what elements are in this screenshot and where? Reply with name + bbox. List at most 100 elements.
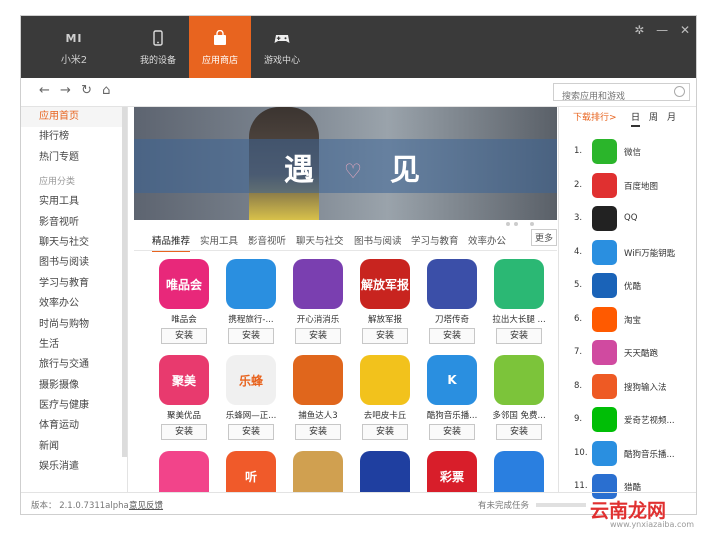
ranking-item[interactable]: 10. 酷狗音乐播... xyxy=(574,439,696,469)
task-status[interactable]: 有未完成任务 xyxy=(478,499,529,511)
ranking-item[interactable]: 5. 优酷 xyxy=(574,271,696,301)
app-icon[interactable]: 解放军报 xyxy=(360,259,410,309)
period-tab-day[interactable]: 日 xyxy=(631,107,641,127)
app-card[interactable]: 拉出大长腿 ... 安装 xyxy=(489,259,549,344)
install-button[interactable]: 安装 xyxy=(496,328,542,344)
sidebar-category[interactable]: 新闻 xyxy=(21,437,127,457)
app-icon[interactable] xyxy=(494,259,544,309)
app-icon[interactable] xyxy=(427,259,477,309)
app-icon[interactable] xyxy=(293,259,343,309)
period-tab-month[interactable]: 月 xyxy=(667,107,676,129)
app-icon[interactable] xyxy=(293,355,343,405)
tab-game-center[interactable]: 游戏中心 xyxy=(251,16,313,78)
ranking-app-icon[interactable] xyxy=(592,440,617,466)
category-tab[interactable]: 图书与阅读 xyxy=(354,233,402,247)
install-button[interactable]: 安装 xyxy=(161,328,207,344)
category-tab[interactable]: 实用工具 xyxy=(200,233,238,247)
app-card[interactable]: 乐蜂 乐蜂网—正... 安装 xyxy=(221,355,281,440)
ranking-item[interactable]: 1. 微信 xyxy=(574,137,696,167)
app-card[interactable]: 开心消消乐 安装 xyxy=(288,259,348,344)
app-icon[interactable]: 唯品会 xyxy=(159,259,209,309)
search-input[interactable] xyxy=(560,89,676,105)
app-card[interactable]: 多邻国 免费... 安装 xyxy=(489,355,549,440)
install-button[interactable]: 安装 xyxy=(362,424,408,440)
settings-icon[interactable]: ✲ xyxy=(634,23,644,37)
ranking-item[interactable]: 2. 百度地图 xyxy=(574,171,696,201)
promo-banner[interactable]: 遇 ♡ 见 xyxy=(134,107,557,226)
ranking-app-icon[interactable] xyxy=(592,373,617,399)
category-tab[interactable]: 聊天与社交 xyxy=(296,233,344,247)
app-card[interactable] xyxy=(154,451,214,492)
ranking-item[interactable]: 4. WiFi万能钥匙 xyxy=(574,238,696,268)
app-icon[interactable]: 乐蜂 xyxy=(226,355,276,405)
app-icon[interactable]: 聚美 xyxy=(159,355,209,405)
pager-dot[interactable] xyxy=(506,222,510,226)
app-icon[interactable] xyxy=(494,451,544,492)
ranking-app-icon[interactable] xyxy=(592,273,617,298)
tab-my-devices[interactable]: 我的设备 xyxy=(127,16,189,78)
app-icon[interactable] xyxy=(494,355,544,405)
app-icon[interactable] xyxy=(293,451,343,492)
sidebar-category[interactable]: 实用工具 xyxy=(21,192,127,212)
sidebar-scrollbar[interactable] xyxy=(122,107,127,457)
app-icon[interactable]: K xyxy=(427,355,477,405)
device-brand[interactable]: MI 小米2 xyxy=(21,16,127,78)
app-card[interactable] xyxy=(355,451,415,492)
sidebar-category[interactable]: 摄影摄像 xyxy=(21,376,127,396)
pager-dot[interactable] xyxy=(514,222,518,226)
app-icon[interactable]: 听 xyxy=(226,451,276,492)
pager-dot[interactable] xyxy=(530,222,534,226)
app-icon[interactable] xyxy=(226,259,276,309)
ranking-item[interactable]: 6. 淘宝 xyxy=(574,305,696,335)
close-icon[interactable]: ✕ xyxy=(680,23,690,37)
sidebar-category[interactable]: 时尚与购物 xyxy=(21,315,127,335)
app-card[interactable]: 携程旅行-... 安装 xyxy=(221,259,281,344)
app-card[interactable]: 去吧皮卡丘 安装 xyxy=(355,355,415,440)
install-button[interactable]: 安装 xyxy=(429,424,475,440)
category-tab[interactable]: 学习与教育 xyxy=(411,233,459,247)
ranking-app-icon[interactable] xyxy=(592,306,617,332)
sidebar-item-home[interactable]: 应用首页 xyxy=(21,107,127,128)
app-icon[interactable]: 彩票 xyxy=(427,451,477,492)
ranking-app-icon[interactable] xyxy=(592,172,617,198)
app-card[interactable]: 聚美 聚美优品 安装 xyxy=(154,355,214,440)
app-card[interactable]: K 酷狗音乐播... 安装 xyxy=(422,355,482,440)
ranking-item[interactable]: 3. QQ xyxy=(574,204,696,234)
refresh-icon[interactable]: ↻ xyxy=(81,83,92,98)
app-card[interactable] xyxy=(489,451,549,492)
sidebar-category[interactable]: 医疗与健康 xyxy=(21,396,127,416)
ranking-item[interactable]: 7. 天天酷跑 xyxy=(574,338,696,368)
app-card[interactable]: 解放军报 解放军报 安装 xyxy=(355,259,415,344)
install-button[interactable]: 安装 xyxy=(295,328,341,344)
sidebar-category[interactable]: 娱乐消遣 xyxy=(21,457,127,477)
ranking-app-icon[interactable] xyxy=(592,206,617,231)
sidebar-category[interactable]: 旅行与交通 xyxy=(21,355,127,375)
install-button[interactable]: 安装 xyxy=(228,424,274,440)
home-icon[interactable]: ⌂ xyxy=(102,83,110,98)
period-tab-week[interactable]: 周 xyxy=(649,107,658,129)
ranking-app-icon[interactable] xyxy=(592,340,617,365)
sidebar-category[interactable]: 生活 xyxy=(21,335,127,355)
pager-dot[interactable] xyxy=(522,222,526,226)
sidebar-category[interactable]: 体育运动 xyxy=(21,416,127,436)
sidebar-item-topics[interactable]: 热门专题 xyxy=(21,148,127,168)
back-arrow-icon[interactable]: ← xyxy=(39,83,50,98)
app-card[interactable]: 刀塔传奇 安装 xyxy=(422,259,482,344)
install-button[interactable]: 安装 xyxy=(228,328,274,344)
sidebar-category[interactable]: 效率办公 xyxy=(21,294,127,314)
ranking-title[interactable]: 下载排行> xyxy=(573,113,617,123)
category-tab[interactable]: 影音视听 xyxy=(248,233,286,247)
app-card[interactable]: 彩票 xyxy=(422,451,482,492)
install-button[interactable]: 安装 xyxy=(362,328,408,344)
sidebar-category[interactable]: 学习与教育 xyxy=(21,274,127,294)
sidebar-category[interactable]: 影音视听 xyxy=(21,213,127,233)
forward-arrow-icon[interactable]: → xyxy=(60,83,71,98)
sidebar-item-ranking[interactable]: 排行榜 xyxy=(21,127,127,147)
category-tab[interactable]: 效率办公 xyxy=(468,233,506,247)
search-box[interactable] xyxy=(553,83,690,105)
app-icon[interactable] xyxy=(360,451,410,492)
feedback-link[interactable]: 意见反馈 xyxy=(129,499,163,511)
sidebar-category[interactable]: 聊天与社交 xyxy=(21,233,127,253)
ranking-item[interactable]: 9. 爱奇艺视频... xyxy=(574,405,696,435)
app-card[interactable]: 听 xyxy=(221,451,281,492)
